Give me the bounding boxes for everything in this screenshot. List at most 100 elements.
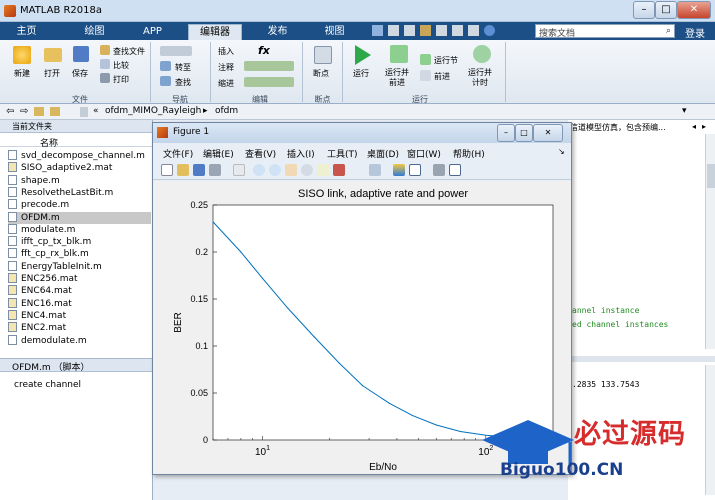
breakpoints-icon[interactable] <box>314 46 332 64</box>
switch-windows-icon[interactable] <box>468 25 479 36</box>
path-segment-1[interactable]: ofdm_MIMO_Rayleigh <box>105 106 201 116</box>
show-tools-icon[interactable] <box>449 164 461 176</box>
goto-button[interactable]: 转至 <box>175 62 191 73</box>
save-icon[interactable] <box>73 46 89 62</box>
print-button[interactable]: 打印 <box>113 74 129 85</box>
menu-tools[interactable]: 工具(T) <box>327 147 358 160</box>
minimize-button[interactable]: – <box>633 1 655 19</box>
name-column-header[interactable]: 名称 <box>0 135 152 149</box>
comment-tools-icon[interactable] <box>244 61 294 71</box>
save-quick-icon[interactable] <box>372 25 383 36</box>
browse-folder-icon[interactable] <box>50 107 60 116</box>
print-figure-icon[interactable] <box>209 164 221 176</box>
figure-close-button[interactable]: ✕ <box>533 124 563 142</box>
find-button[interactable]: 查找 <box>175 77 191 88</box>
compare-button[interactable]: 比较 <box>113 60 129 71</box>
file-list-item[interactable]: fft_cp_rx_blk.m <box>8 248 151 260</box>
maximize-button[interactable]: □ <box>655 1 677 19</box>
run-section-button[interactable]: 运行节 <box>434 55 458 66</box>
tab-home[interactable]: 主页 <box>4 24 49 40</box>
menu-insert[interactable]: 插入(I) <box>287 147 315 160</box>
editor-scroll-thumb[interactable] <box>707 164 715 188</box>
back-forward-icon[interactable] <box>160 46 192 56</box>
file-list-item[interactable]: ENC64.mat <box>8 285 151 297</box>
file-list-item[interactable]: ENC4.mat <box>8 309 151 322</box>
brush-icon[interactable] <box>333 164 345 176</box>
advance-button[interactable]: 前进 <box>434 71 450 82</box>
file-list-item[interactable]: modulate.m <box>8 223 151 236</box>
comment-button[interactable]: 注释 <box>218 62 234 73</box>
file-list-item[interactable]: ifft_cp_tx_blk.m <box>8 236 151 248</box>
file-list-item[interactable]: EnergyTableInit.m <box>8 260 151 273</box>
open-file-icon[interactable] <box>177 164 189 176</box>
tab-plots[interactable]: 绘图 <box>72 24 117 40</box>
cut-quick-icon[interactable] <box>388 25 399 36</box>
tab-scroll-left-icon[interactable]: ◂ <box>692 122 696 131</box>
run-advance-icon[interactable] <box>390 45 408 63</box>
legend-icon[interactable] <box>409 164 421 176</box>
file-list-item[interactable]: OFDM.m <box>8 211 151 224</box>
figure-minimize-button[interactable]: – <box>497 124 515 142</box>
file-list-item[interactable]: shape.m <box>8 174 151 187</box>
save-button[interactable]: 保存 <box>68 68 92 79</box>
file-list-item[interactable]: ENC256.mat <box>8 273 151 285</box>
file-list-item[interactable]: svd_decompose_channel.m <box>8 150 151 162</box>
link-plot-icon[interactable] <box>369 164 381 176</box>
fx-button[interactable]: fx <box>258 44 270 57</box>
menu-file[interactable]: 文件(F) <box>163 147 193 160</box>
indent-tools-icon[interactable] <box>244 77 294 87</box>
path-segment-2[interactable]: ofdm <box>215 106 238 116</box>
menu-window[interactable]: 窗口(W) <box>407 147 441 160</box>
path-dropdown-icon[interactable]: ▾ <box>682 106 687 116</box>
help-quick-icon[interactable] <box>484 25 495 36</box>
file-list-item[interactable]: ENC2.mat <box>8 322 151 334</box>
save-figure-icon[interactable] <box>193 164 205 176</box>
run-time-icon[interactable] <box>473 45 491 63</box>
tab-publish[interactable]: 发布 <box>255 24 300 40</box>
file-list-item[interactable]: precode.m <box>8 199 151 211</box>
zoom-out-icon[interactable] <box>269 164 281 176</box>
open-folder-icon[interactable] <box>44 48 62 62</box>
open-button[interactable]: 打开 <box>40 68 64 79</box>
redo-quick-icon[interactable] <box>452 25 463 36</box>
menu-edit[interactable]: 编辑(E) <box>203 147 234 160</box>
menu-desktop[interactable]: 桌面(D) <box>367 147 399 160</box>
zoom-in-icon[interactable] <box>253 164 265 176</box>
breakpoints-button[interactable]: 断点 <box>313 68 329 79</box>
new-icon[interactable] <box>13 46 31 64</box>
find-files-button[interactable]: 查找文件 <box>113 46 145 57</box>
figure-maximize-button[interactable]: □ <box>515 124 533 142</box>
search-input[interactable]: 搜索文档 ⌕ <box>535 24 675 39</box>
forward-icon[interactable]: ⇨ <box>20 106 28 117</box>
pointer-icon[interactable] <box>233 164 245 176</box>
colorbar-icon[interactable] <box>393 164 405 176</box>
menu-help[interactable]: 帮助(H) <box>453 147 485 160</box>
pan-icon[interactable] <box>285 164 297 176</box>
editor-scrollbar[interactable] <box>705 134 715 349</box>
menu-view[interactable]: 查看(V) <box>245 147 276 160</box>
up-folder-icon[interactable] <box>34 107 44 116</box>
run-icon[interactable] <box>355 45 371 65</box>
data-cursor-icon[interactable] <box>317 164 329 176</box>
tab-editor[interactable]: 编辑器 <box>188 24 242 40</box>
file-list-item[interactable]: ENC16.mat <box>8 297 151 310</box>
run-advance-button[interactable]: 运行并 前进 <box>385 68 409 88</box>
file-list-item[interactable]: SISO_adaptive2.mat <box>8 162 151 174</box>
insert-button[interactable]: 插入 <box>218 46 234 57</box>
file-list-item[interactable]: demodulate.m <box>8 334 151 347</box>
tab-scroll-right-icon[interactable]: ▸ <box>702 122 706 131</box>
back-icon[interactable]: ⇦ <box>6 106 14 117</box>
tab-view[interactable]: 视图 <box>312 24 357 40</box>
run-button[interactable]: 运行 <box>353 68 369 79</box>
editor-tab-header[interactable]: 信道模型仿真，包含预编... <box>570 122 690 133</box>
indent-button[interactable]: 缩进 <box>218 78 234 89</box>
hide-tools-icon[interactable] <box>433 164 445 176</box>
run-time-button[interactable]: 运行并 计时 <box>468 68 492 88</box>
new-figure-icon[interactable] <box>161 164 173 176</box>
close-button[interactable]: ✕ <box>677 1 711 19</box>
file-list-item[interactable]: ResolvetheLastBit.m <box>8 186 151 199</box>
tab-apps[interactable]: APP <box>130 24 175 40</box>
login-link[interactable]: 登录 <box>685 25 705 40</box>
menu-dock-icon[interactable]: ↘ <box>558 147 565 156</box>
undo-quick-icon[interactable] <box>436 25 447 36</box>
